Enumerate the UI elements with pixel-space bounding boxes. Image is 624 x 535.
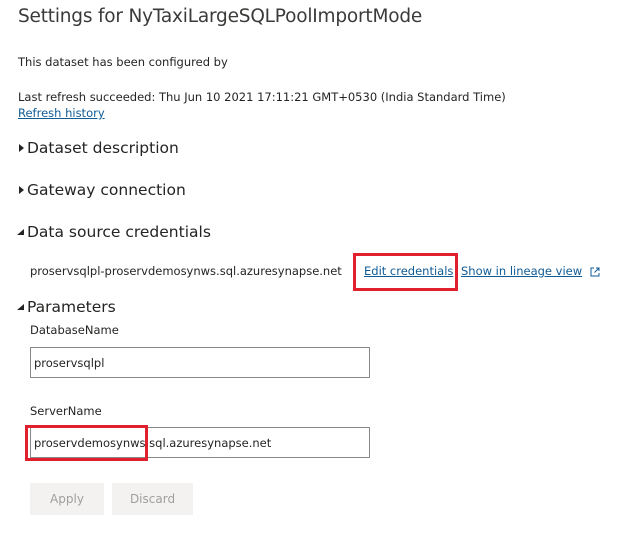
- server-name-label: ServerName: [30, 404, 102, 418]
- caret-right-icon: [16, 184, 26, 196]
- discard-button[interactable]: Discard: [112, 483, 193, 515]
- section-label: Parameters: [27, 298, 116, 316]
- section-label: Data source credentials: [27, 223, 211, 241]
- caret-right-icon: [16, 142, 26, 154]
- database-name-input[interactable]: [30, 347, 370, 378]
- external-link-icon: [590, 266, 600, 277]
- refresh-history-link[interactable]: Refresh history: [18, 106, 105, 120]
- section-gateway-connection[interactable]: Gateway connection: [16, 181, 186, 199]
- lineage-link-label: Show in lineage view: [461, 264, 583, 278]
- show-in-lineage-link[interactable]: Show in lineage view: [461, 264, 600, 278]
- edit-credentials-link[interactable]: Edit credentials: [364, 264, 453, 278]
- server-name-input[interactable]: [30, 427, 370, 458]
- configured-by-text: This dataset has been configured by: [18, 55, 228, 69]
- credential-source-name: proservsqlpl-proservdemosynws.sql.azures…: [30, 264, 342, 278]
- database-name-label: DatabaseName: [30, 323, 119, 337]
- section-parameters[interactable]: Parameters: [16, 298, 116, 316]
- apply-button[interactable]: Apply: [30, 483, 104, 515]
- caret-down-icon: [16, 226, 26, 238]
- caret-down-icon: [16, 301, 26, 313]
- section-label: Dataset description: [27, 139, 179, 157]
- section-label: Gateway connection: [27, 181, 186, 199]
- section-data-source-credentials[interactable]: Data source credentials: [16, 223, 211, 241]
- last-refresh-text: Last refresh succeeded: Thu Jun 10 2021 …: [18, 90, 506, 104]
- dataset-settings-page: Settings for NyTaxiLargeSQLPoolImportMod…: [0, 0, 624, 535]
- page-title: Settings for NyTaxiLargeSQLPoolImportMod…: [18, 6, 423, 27]
- section-dataset-description[interactable]: Dataset description: [16, 139, 179, 157]
